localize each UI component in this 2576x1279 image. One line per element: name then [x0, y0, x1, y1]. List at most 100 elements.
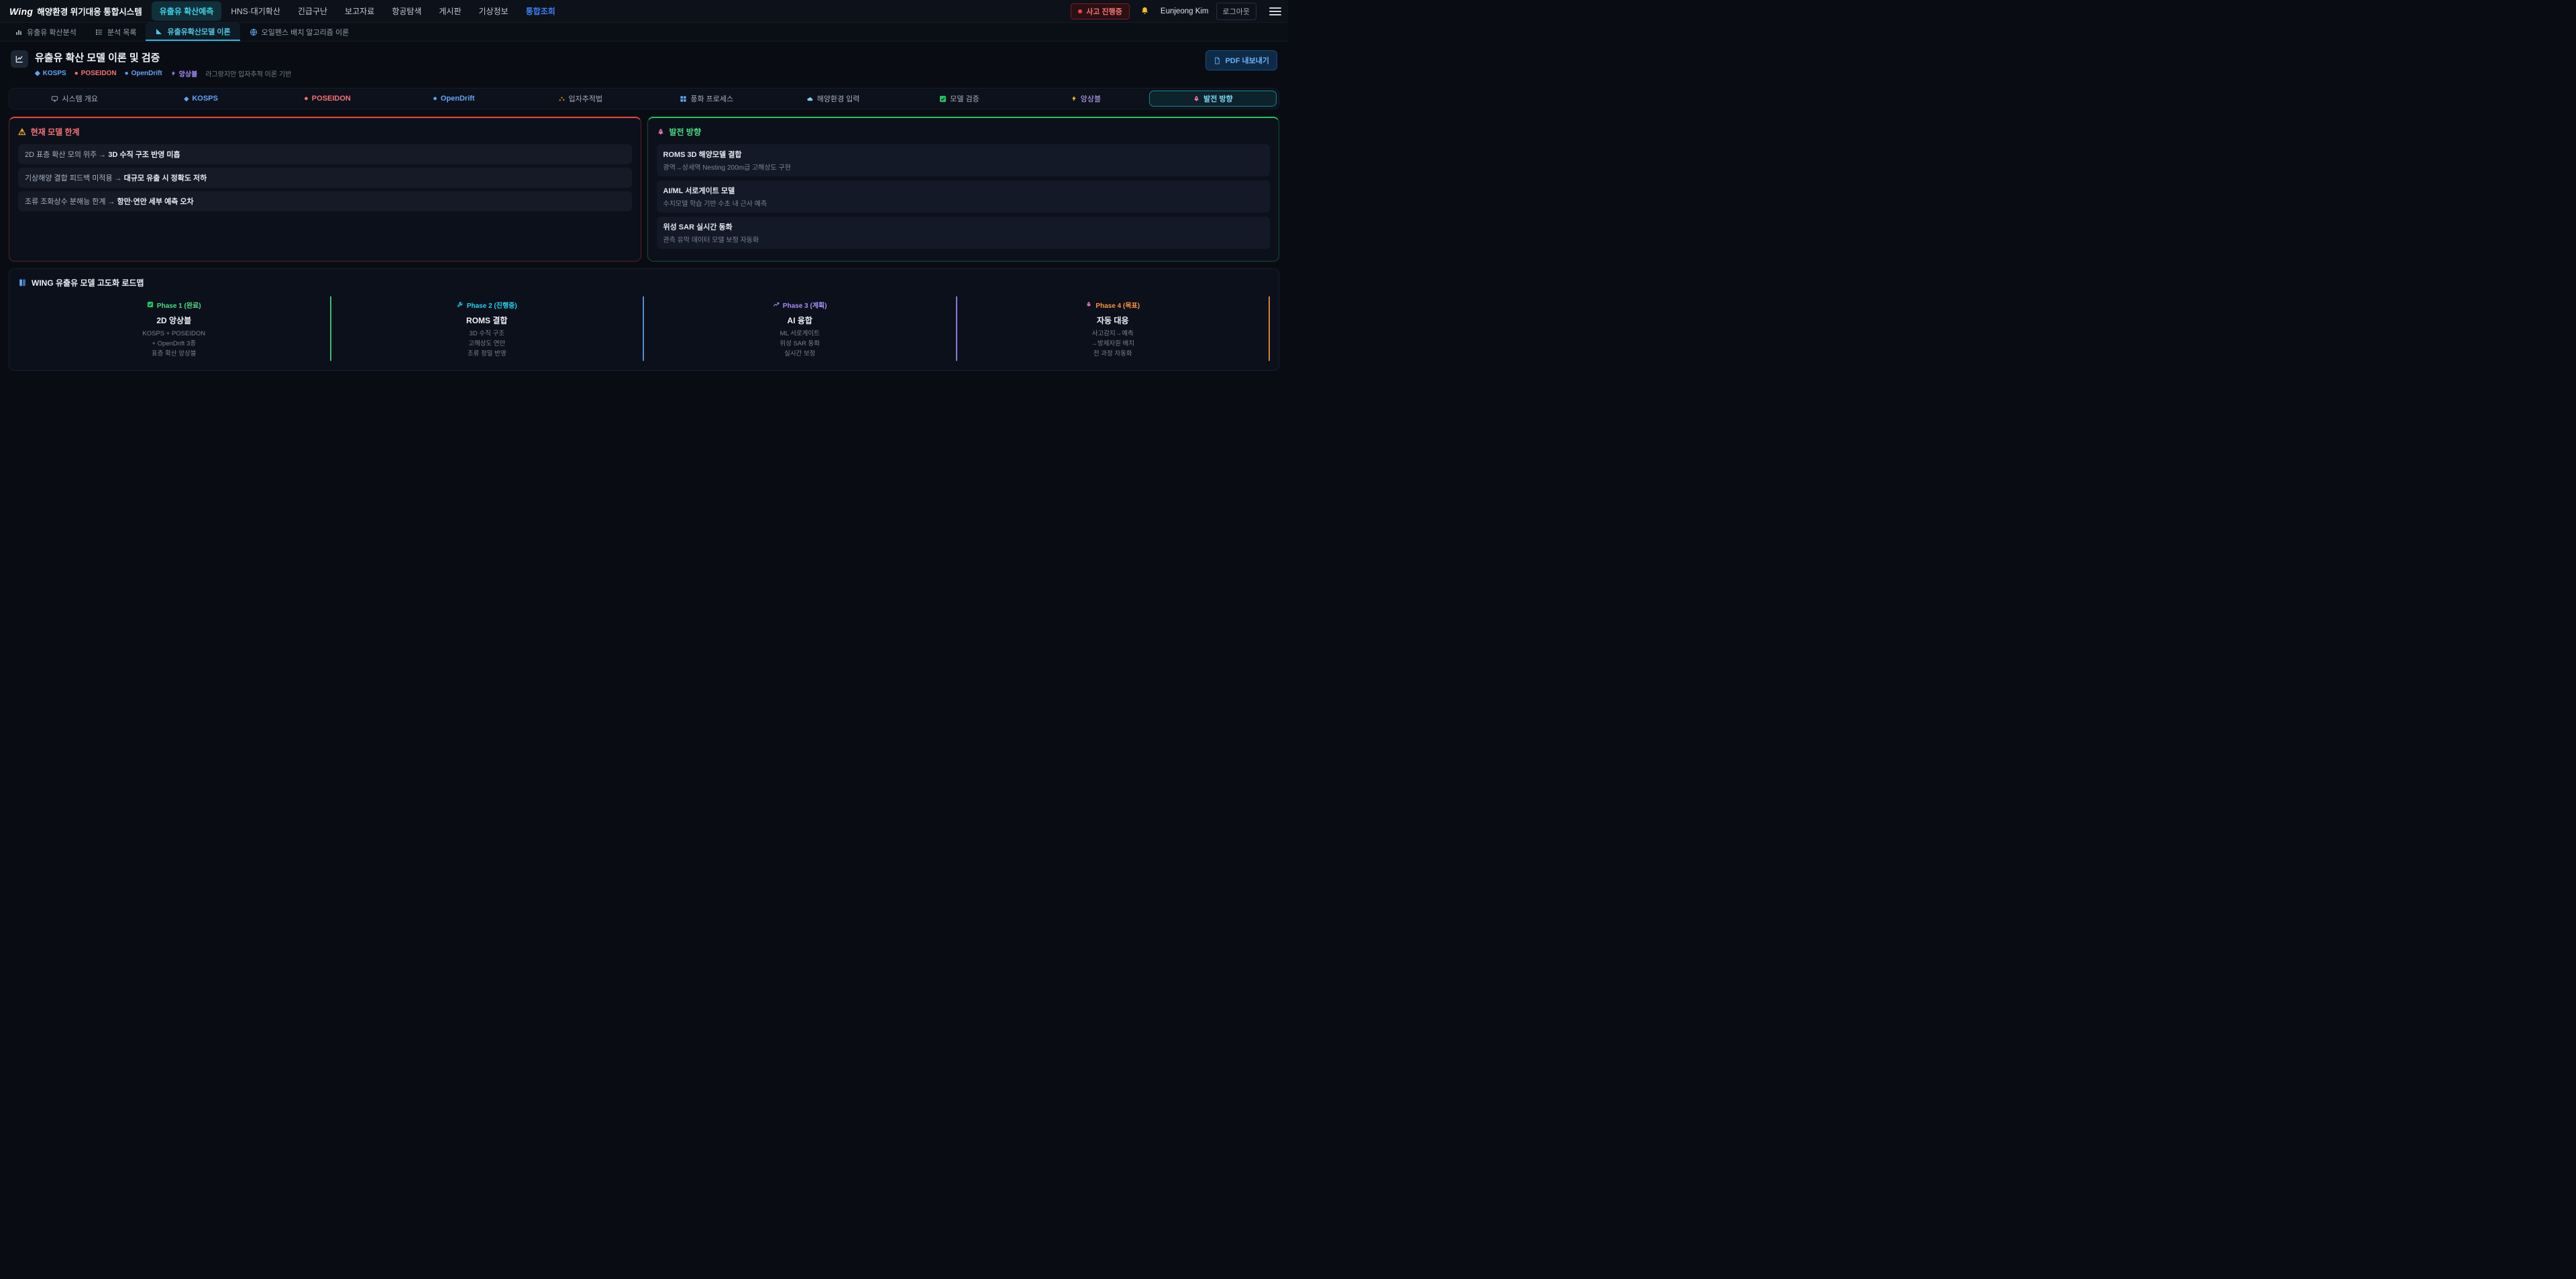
future-item: 위성 SAR 실시간 동화 관측 유막 데이터 모델 보정 자동화	[657, 217, 1271, 249]
nav-board[interactable]: 게시판	[431, 1, 469, 21]
cloud-icon	[806, 95, 814, 103]
section-tabs: 시스템 개요 ◆ KOSPS ● POSEIDON ● OpenDrift 입자…	[9, 88, 1279, 109]
phase-2-title: ROMS 결합	[331, 315, 643, 326]
tab-opendrift[interactable]: ● OpenDrift	[390, 91, 517, 107]
grid-icon	[680, 95, 687, 103]
current-limitations-card: ⚠ 현재 모델 한계 2D 표층 확산 모의 위주 → 3D 수직 구조 반영 …	[9, 117, 641, 262]
particles-icon	[558, 95, 566, 103]
nav-aerial-search[interactable]: 항공탐색	[384, 1, 429, 21]
check-square-icon	[147, 301, 154, 308]
top-bar-right: 사고 진행중 Eunjeong Kim 로그아웃	[1071, 3, 1281, 20]
diamond-icon: ◆	[184, 95, 189, 103]
limitation-item: 기상해양 결합 피드백 미적용 → 대규모 유출 시 정확도 저하	[18, 168, 632, 188]
top-bar: Wing 해양환경 위기대응 통합시스템 유출유 확산예측 HNS·대기확산 긴…	[0, 0, 1288, 23]
future-card-header: 발전 방향	[657, 126, 1271, 137]
phase-3-details: ML 서로게이트 위성 SAR 동화 실시간 보정	[644, 329, 956, 359]
ruler-icon	[155, 27, 163, 36]
roadmap-phase-1: Phase 1 (완료) 2D 앙상블 KOSPS + POSEIDON + O…	[18, 296, 331, 361]
roadmap-phase-3: Phase 3 (계획) AI 융합 ML 서로게이트 위성 SAR 동화 실시…	[644, 296, 957, 361]
user-name: Eunjeong Kim	[1161, 7, 1209, 15]
page-chart-icon	[11, 50, 28, 68]
phase-2-label: Phase 2 (진행중)	[457, 300, 517, 310]
nav-hns-dispersion[interactable]: HNS·대기확산	[223, 1, 288, 21]
brand: Wing 해양환경 위기대응 통합시스템	[9, 5, 142, 17]
phase-1-details: KOSPS + POSEIDON + OpenDrift 3종 표층 확산 앙상…	[18, 329, 330, 359]
phase-3-label: Phase 3 (계획)	[773, 300, 827, 310]
pdf-export-button[interactable]: PDF 내보내기	[1205, 50, 1277, 70]
roadmap-card: WING 유출유 모델 고도화 로드맵 Phase 1 (완료) 2D 앙상블 …	[9, 268, 1279, 371]
dot-icon: ●	[433, 95, 437, 103]
tab-weathering-process[interactable]: 풍화 프로세스	[643, 91, 769, 107]
future-item: ROMS 3D 해양모델 결합 광역→상세역 Nesting 200m급 고해상…	[657, 144, 1271, 176]
future-item: AI/ML 서로게이트 모델 수치모델 학습 기반 수초 내 근사 예측	[657, 180, 1271, 213]
wrench-icon	[457, 301, 464, 308]
nav-integrated-search[interactable]: 통합조회	[518, 1, 564, 21]
tab-kosps[interactable]: ◆ KOSPS	[138, 91, 264, 107]
poseidon-badge: ● POSEIDON	[74, 70, 117, 77]
check-square-icon	[939, 95, 947, 103]
page-subtitle: 라그랑지안 입자추적 이론 기반	[205, 68, 291, 78]
dot-icon: ●	[125, 70, 129, 77]
lightning-icon	[170, 70, 176, 76]
nav-weather-info[interactable]: 기상정보	[471, 1, 517, 21]
menu-hamburger-icon[interactable]	[1269, 7, 1281, 15]
phase-3-title: AI 융합	[644, 315, 956, 326]
subtab-model-theory[interactable]: 유출유확산모델 이론	[146, 23, 239, 41]
tab-poseidon[interactable]: ● POSEIDON	[264, 91, 390, 107]
globe-icon	[250, 28, 258, 36]
roadmap-header: WING 유출유 모델 고도화 로드맵	[18, 277, 1270, 288]
tab-particle-tracking[interactable]: 입자추적법	[517, 91, 643, 107]
monitor-icon	[51, 95, 58, 103]
app-logo: Wing	[9, 6, 33, 17]
tab-future-direction[interactable]: 발전 방향	[1149, 91, 1277, 107]
opendrift-badge: ● OpenDrift	[125, 70, 162, 77]
limitations-card-header: ⚠ 현재 모델 한계	[18, 126, 632, 137]
incident-dot-icon	[1078, 9, 1082, 13]
app-title: 해양환경 위기대응 통합시스템	[37, 5, 142, 17]
phase-4-title: 자동 대응	[957, 315, 1269, 326]
warning-icon: ⚠	[18, 127, 26, 136]
roadmap-phase-2: Phase 2 (진행중) ROMS 결합 3D 수직 구조 고해상도 연안 조…	[331, 296, 645, 361]
dot-icon: ●	[74, 70, 78, 77]
lightning-icon	[1071, 95, 1077, 102]
book-icon	[18, 278, 27, 287]
content-cards: ⚠ 현재 모델 한계 2D 표층 확산 모의 위주 → 3D 수직 구조 반영 …	[9, 117, 1279, 262]
bar-chart-icon	[15, 28, 23, 36]
trend-up-icon	[773, 301, 780, 308]
rocket-icon	[657, 128, 665, 136]
ensemble-badge: 앙상블	[170, 68, 198, 78]
logout-button[interactable]: 로그아웃	[1216, 3, 1256, 20]
nav-emergency-rescue[interactable]: 긴급구난	[290, 1, 335, 21]
nav-reports[interactable]: 보고자료	[337, 1, 382, 21]
phase-4-label: Phase 4 (목표)	[1085, 300, 1140, 310]
subtab-analysis-list[interactable]: 분석 목록	[86, 23, 146, 41]
roadmap-phase-4: Phase 4 (목표) 자동 대응 사고감지→예측 →방제자원 배치 전 과정…	[957, 296, 1271, 361]
sub-tab-bar: 유출유 확산분석 분석 목록 유출유확산모델 이론 오일펜스 배치 알고리즘 이…	[0, 23, 1288, 42]
rocket-icon	[1085, 301, 1092, 308]
limitation-item: 조류 조화상수 분해능 한계 → 항만·연안 세부 예측 오차	[18, 191, 632, 211]
limitation-item: 2D 표층 확산 모의 위주 → 3D 수직 구조 반영 미흡	[18, 144, 632, 164]
tab-ensemble[interactable]: 앙상블	[1022, 91, 1148, 107]
phase-2-details: 3D 수직 구조 고해상도 연안 조류 정밀 반영	[331, 329, 643, 359]
tab-system-overview[interactable]: 시스템 개요	[11, 91, 138, 107]
dot-icon: ●	[304, 95, 309, 103]
future-direction-card: 발전 방향 ROMS 3D 해양모델 결합 광역→상세역 Nesting 200…	[647, 117, 1280, 262]
nav-oil-spill-prediction[interactable]: 유출유 확산예측	[152, 1, 222, 21]
model-badge-row: ◆ KOSPS ● POSEIDON ● OpenDrift 앙상블 라그랑지안…	[35, 68, 291, 78]
page-title: 유출유 확산 모델 이론 및 검증	[35, 50, 291, 64]
phase-1-label: Phase 1 (완료)	[147, 300, 201, 310]
subtab-spread-analysis[interactable]: 유출유 확산분석	[5, 23, 86, 41]
incident-status-badge[interactable]: 사고 진행중	[1071, 3, 1130, 19]
phase-4-details: 사고감지→예측 →방제자원 배치 전 과정 자동화	[957, 329, 1269, 359]
notification-bell-icon[interactable]	[1137, 3, 1153, 19]
tab-model-validation[interactable]: 모델 검증	[896, 91, 1022, 107]
page-title-block: 유출유 확산 모델 이론 및 검증 ◆ KOSPS ● POSEIDON ● O…	[35, 50, 291, 78]
subtab-oil-fence-theory[interactable]: 오일펜스 배치 알고리즘 이론	[240, 23, 359, 41]
tab-ocean-env-input[interactable]: 해양환경 입력	[769, 91, 896, 107]
roadmap-phases: Phase 1 (완료) 2D 앙상블 KOSPS + POSEIDON + O…	[18, 296, 1270, 361]
kosps-badge: ◆ KOSPS	[35, 70, 66, 77]
diamond-icon: ◆	[35, 70, 40, 77]
main-nav: 유출유 확산예측 HNS·대기확산 긴급구난 보고자료 항공탐색 게시판 기상정…	[152, 1, 564, 21]
document-icon	[1214, 57, 1221, 64]
rocket-icon	[1193, 95, 1200, 103]
